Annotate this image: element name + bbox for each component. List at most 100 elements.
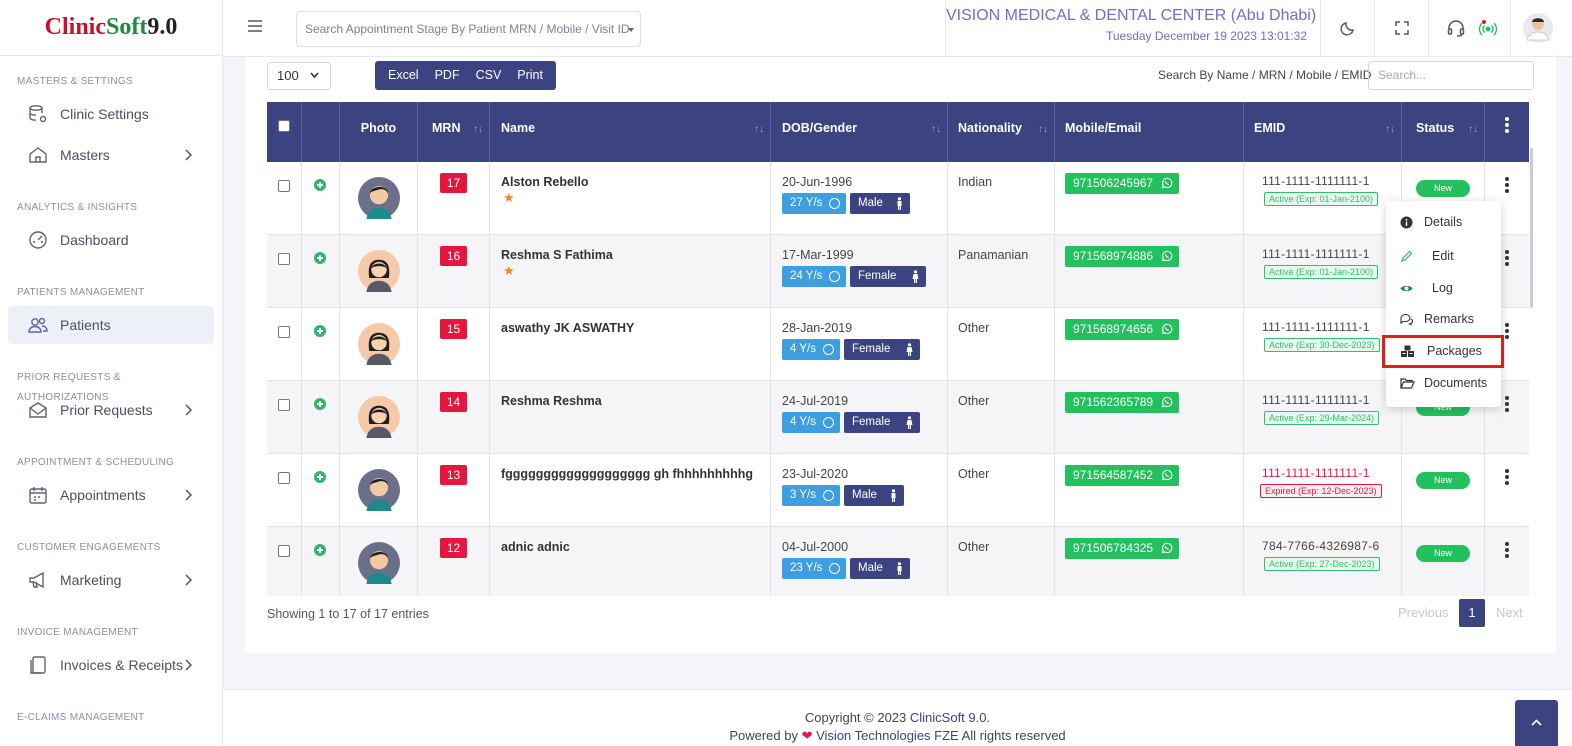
more-actions-icon[interactable] (1505, 469, 1509, 485)
whatsapp-icon (1161, 542, 1173, 554)
emid-text: 111-1111-1111111-1 (1262, 466, 1370, 480)
column-header-status[interactable]: Status ↑↓ (1402, 102, 1485, 162)
column-options-icon[interactable] (1505, 117, 1509, 133)
nationality-text: Other (958, 321, 990, 335)
more-actions-icon[interactable] (1505, 542, 1509, 558)
mrn-badge[interactable]: 17 (440, 173, 467, 193)
column-header-nationality[interactable]: Nationality ↑↓ (948, 102, 1055, 162)
mobile-badge[interactable]: 971506245967 (1065, 173, 1179, 194)
patient-name[interactable]: Alston Rebello (501, 175, 589, 189)
sidebar: Clinic Soft 9.0 MASTERS & SETTINGS Clinic… (0, 0, 223, 746)
patient-name[interactable]: adnic adnic (501, 540, 570, 554)
sidebar-item-dashboard[interactable]: Dashboard (8, 221, 214, 259)
expand-row-icon[interactable] (314, 544, 326, 556)
pdf-button[interactable]: PDF (427, 61, 468, 90)
nationality-text: Indian (958, 175, 993, 189)
select-all-checkbox[interactable] (278, 120, 290, 132)
sidebar-item-prior-requests[interactable]: Prior Requests (8, 391, 214, 429)
sidebar-item-label: Appointments (60, 487, 146, 503)
table-scrollbar[interactable] (1530, 148, 1533, 308)
column-label: EMID (1254, 121, 1286, 135)
clock-icon (823, 490, 834, 501)
mrn-badge[interactable]: 14 (440, 392, 467, 412)
status-cell: New (1402, 454, 1485, 527)
user-avatar[interactable] (1510, 0, 1564, 56)
mobile-badge[interactable]: 971564587452 (1065, 465, 1179, 486)
sidebar-item-masters[interactable]: Masters (8, 136, 214, 174)
sidebar-item-patients[interactable]: Patients (8, 306, 214, 344)
patient-name[interactable]: Reshma Reshma (501, 394, 602, 408)
mobile-badge[interactable]: 971562365789 (1065, 392, 1179, 413)
expand-row-icon[interactable] (314, 398, 326, 410)
brand-logo[interactable]: Clinic Soft 9.0 (0, 0, 222, 56)
more-actions-icon[interactable] (1505, 177, 1509, 193)
column-header-dob-gender[interactable]: DOB/Gender ↑↓ (771, 102, 948, 162)
mobile-number: 971562365789 (1073, 395, 1154, 409)
mrn-badge[interactable]: 15 (440, 319, 467, 339)
page-size-value: 100 (277, 68, 299, 83)
emid-status-badge: Active (Exp: 01-Jan-2100) (1264, 192, 1379, 206)
previous-page-button[interactable]: Previous (1398, 599, 1449, 627)
female-icon (906, 416, 913, 429)
chevron-up-icon (1531, 719, 1542, 726)
mobile-badge[interactable]: 971506784325 (1065, 538, 1179, 559)
row-checkbox[interactable] (278, 399, 290, 411)
row-checkbox[interactable] (278, 180, 290, 192)
print-button[interactable]: Print (509, 61, 551, 90)
sidebar-item-clinic-settings[interactable]: Clinic Settings (8, 95, 214, 133)
patient-name[interactable]: Reshma S Fathima (501, 248, 613, 262)
export-button-group: Excel PDF CSV Print (375, 61, 556, 90)
more-actions-icon[interactable] (1505, 323, 1509, 339)
patient-name[interactable]: fggggggggggggggggggg gh fhhhhhhhhhg (501, 467, 753, 481)
dob-gender-cell: 24-Jul-2019 4 Y/s Female (771, 381, 948, 454)
mobile-badge[interactable]: 971568974656 (1065, 319, 1179, 340)
more-actions-icon[interactable] (1505, 250, 1509, 266)
patients-table: Photo MRN ↑↓ Name ↑↓ DOB/Gender ↑↓ National… (267, 102, 1529, 596)
menu-item-details[interactable]: Details (1386, 208, 1501, 236)
expand-row-icon[interactable] (314, 179, 326, 191)
excel-button[interactable]: Excel (380, 61, 427, 90)
expand-row-icon[interactable] (314, 325, 326, 337)
mrn-badge[interactable]: 13 (440, 465, 467, 485)
sidebar-item-appointments[interactable]: Appointments (8, 476, 214, 514)
fullscreen-button[interactable] (1374, 0, 1428, 56)
powered-brand-link[interactable]: Vision Technologies FZE (813, 728, 959, 743)
sidebar-item-invoices[interactable]: Invoices & Receipts (8, 646, 214, 684)
center-name: VISION MEDICAL & DENTAL CENTER (Abu Dhab… (946, 7, 1317, 24)
menu-item-remarks[interactable]: Remarks (1386, 305, 1501, 333)
menu-item-log[interactable]: Log (1386, 274, 1501, 302)
mrn-badge[interactable]: 16 (440, 246, 467, 266)
sidebar-item-marketing[interactable]: Marketing (8, 561, 214, 599)
live-status-button[interactable] (1461, 0, 1515, 56)
column-header-name[interactable]: Name ↑↓ (490, 102, 771, 162)
scroll-to-top-button[interactable] (1515, 700, 1558, 746)
sidebar-item-label: Dashboard (60, 232, 129, 248)
row-checkbox[interactable] (278, 253, 290, 265)
column-header-mrn[interactable]: MRN ↑↓ (418, 102, 490, 162)
row-checkbox[interactable] (278, 326, 290, 338)
broadcast-icon (1479, 20, 1497, 36)
table-search-input[interactable]: Search... (1368, 61, 1534, 90)
menu-item-edit[interactable]: Edit (1386, 242, 1501, 270)
mrn-badge[interactable]: 12 (440, 538, 467, 558)
mobile-badge[interactable]: 971568974886 (1065, 246, 1179, 267)
row-expand-cell (302, 381, 340, 454)
table-row: 13 fggggggggggggggggggg gh fhhhhhhhhhg 23-… (267, 454, 1529, 527)
section-appointments: APPOINTMENT & SCHEDULING (17, 457, 175, 468)
next-page-button[interactable]: Next (1496, 599, 1523, 627)
page-size-select[interactable]: 100 (267, 62, 331, 90)
copyright-brand: ClinicSoft 9.0. (909, 710, 991, 725)
row-checkbox[interactable] (278, 545, 290, 557)
column-header-emid[interactable]: EMID ↑↓ (1244, 102, 1402, 162)
more-actions-icon[interactable] (1505, 396, 1509, 412)
csv-button[interactable]: CSV (468, 61, 510, 90)
row-checkbox[interactable] (278, 472, 290, 484)
menu-item-documents[interactable]: Documents (1386, 369, 1501, 397)
dark-mode-toggle[interactable] (1320, 0, 1374, 56)
appointment-stage-search[interactable]: Search Appointment Stage By Patient MRN … (296, 11, 641, 47)
patient-name[interactable]: aswathy JK ASWATHY (501, 321, 634, 335)
expand-row-icon[interactable] (314, 471, 326, 483)
menu-icon[interactable] (247, 19, 263, 33)
page-1-button[interactable]: 1 (1459, 599, 1485, 627)
expand-row-icon[interactable] (314, 252, 326, 264)
